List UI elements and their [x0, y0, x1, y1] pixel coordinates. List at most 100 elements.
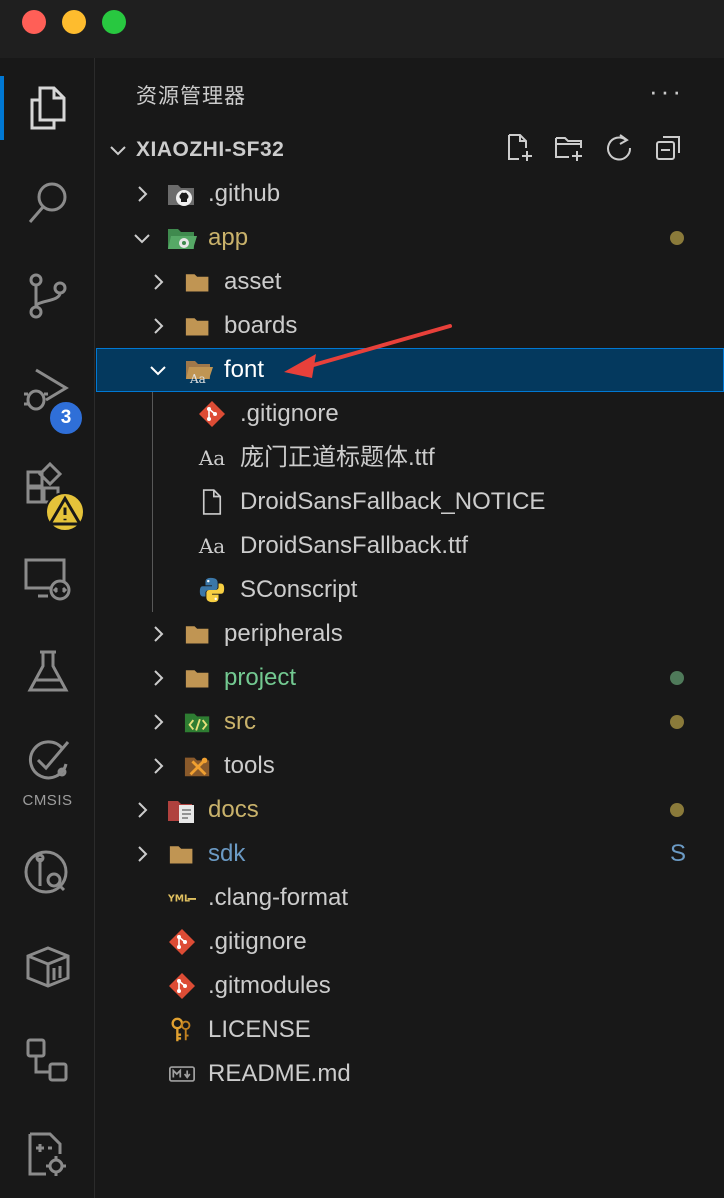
- tree-item[interactable]: app: [96, 216, 724, 260]
- tree-item-label: DroidSansFallback_NOTICE: [240, 488, 546, 515]
- tree-item[interactable]: Aa 庞门正道标题体.ttf: [96, 436, 724, 480]
- explorer-icon: [30, 86, 65, 130]
- tools-folder-icon: [182, 751, 214, 781]
- tree-item[interactable]: Aa DroidSansFallback.ttf: [96, 524, 724, 568]
- more-actions-button[interactable]: ···: [649, 76, 684, 107]
- tree-item[interactable]: project: [96, 656, 724, 700]
- tree-item[interactable]: .gitignore: [96, 920, 724, 964]
- font-file-icon: Aa: [198, 446, 226, 470]
- cmsis-icon: [28, 740, 69, 780]
- explorer-activity[interactable]: [0, 68, 95, 148]
- tree-item[interactable]: YML .clang-format: [96, 876, 724, 920]
- tree-item-label: asset: [224, 268, 282, 295]
- cmsis-activity[interactable]: [0, 720, 95, 800]
- tree-item[interactable]: boards: [96, 304, 724, 348]
- testing-activity[interactable]: [0, 632, 95, 712]
- tree-item[interactable]: SConscript: [96, 568, 724, 612]
- src-folder-icon: [182, 707, 214, 737]
- submodule-badge: S: [669, 840, 686, 867]
- tree-item-label: app: [208, 224, 249, 251]
- new-folder-icon[interactable]: [554, 132, 584, 162]
- tree-item[interactable]: .github: [96, 172, 724, 216]
- window-titlebar: [0, 0, 724, 58]
- gitlens-activity[interactable]: [0, 832, 95, 912]
- remote-explorer-icon: [24, 558, 70, 601]
- sidebar-title: 资源管理器: [136, 85, 246, 108]
- chevron-right-icon: [154, 274, 164, 290]
- tree-item-label: tools: [224, 752, 275, 779]
- file-icon: [196, 487, 228, 517]
- tree-item[interactable]: asset: [96, 260, 724, 304]
- chevron-right-icon: [154, 758, 164, 774]
- tree-item[interactable]: .gitignore: [96, 392, 724, 436]
- tree-item[interactable]: tools: [96, 744, 724, 788]
- tree-item-label: boards: [224, 312, 298, 339]
- license-key-icon: [166, 1015, 198, 1045]
- activity-bar: 3 CMSIS: [0, 58, 95, 1198]
- chevron-right-icon: [154, 714, 164, 730]
- tree-item-label: DroidSansFallback.ttf: [240, 532, 469, 559]
- git-icon: [196, 399, 228, 429]
- chevron-right-icon: [154, 626, 164, 642]
- chevron-right-icon: [138, 186, 148, 202]
- tree-item[interactable]: DroidSansFallback_NOTICE: [96, 480, 724, 524]
- package-activity[interactable]: [0, 926, 95, 1006]
- run-debug-activity[interactable]: 3: [0, 350, 95, 436]
- chevron-right-icon: [154, 670, 164, 686]
- extensions-activity[interactable]: [0, 444, 95, 532]
- tree-item[interactable]: README.md: [96, 1052, 724, 1096]
- tree-item-label: .github: [208, 180, 281, 207]
- cmsis-label: CMSIS: [22, 792, 73, 809]
- source-control-icon: [29, 273, 66, 319]
- font-folder-icon: Aa: [182, 355, 214, 385]
- tree-item-label: SConscript: [240, 576, 358, 603]
- markdown-icon: [166, 1059, 198, 1089]
- tree-item-label: font: [224, 356, 265, 383]
- yaml-icon: YML: [166, 883, 198, 913]
- package-icon: [26, 946, 69, 988]
- tree-item[interactable]: LICENSE: [96, 1008, 724, 1052]
- modified-dot-icon: [670, 231, 684, 245]
- settings-activity[interactable]: [0, 1114, 95, 1194]
- github-folder-icon: [166, 179, 198, 209]
- run-badge: 3: [48, 400, 84, 436]
- collapse-all-icon[interactable]: [654, 132, 684, 162]
- root-actions: [504, 132, 684, 162]
- graph-activity[interactable]: [0, 1020, 95, 1100]
- source-control-activity[interactable]: [0, 256, 95, 336]
- git-icon: [166, 927, 198, 957]
- folder-icon: [182, 619, 214, 649]
- root-folder-label: XIAOZHI-SF32: [136, 138, 285, 161]
- minimize-window-button[interactable]: [62, 10, 86, 34]
- folder-icon: [182, 663, 214, 693]
- untracked-dot-icon: [670, 671, 684, 685]
- tree-item-selected[interactable]: Aa font: [96, 348, 724, 392]
- tree-item-label: .gitmodules: [208, 972, 331, 999]
- tree-item[interactable]: sdk S: [96, 832, 724, 876]
- tree-item-label: .gitignore: [208, 928, 307, 955]
- maximize-window-button[interactable]: [102, 10, 126, 34]
- search-activity[interactable]: [0, 162, 95, 242]
- tree-item[interactable]: peripherals: [96, 612, 724, 656]
- tree-item[interactable]: docs: [96, 788, 724, 832]
- chevron-right-icon: [138, 846, 148, 862]
- close-window-button[interactable]: [22, 10, 46, 34]
- chevron-down-icon: [110, 146, 126, 156]
- modified-dot-icon: [670, 803, 684, 817]
- chevron-right-icon: [154, 318, 164, 334]
- settings-icon: [28, 1132, 66, 1176]
- explorer-sidebar: 资源管理器 ··· XIAOZHI-SF32 .github app asset…: [96, 58, 724, 1198]
- warning-icon: [45, 492, 85, 532]
- tree-item[interactable]: .gitmodules: [96, 964, 724, 1008]
- new-file-icon[interactable]: [504, 132, 534, 162]
- tree-item-label: project: [224, 664, 297, 691]
- refresh-icon[interactable]: [604, 132, 634, 162]
- python-icon: [196, 575, 228, 605]
- tree-item[interactable]: src: [96, 700, 724, 744]
- modified-dot-icon: [670, 715, 684, 729]
- tree-item-label: README.md: [208, 1060, 351, 1087]
- folder-icon: [166, 839, 198, 869]
- remote-explorer-activity[interactable]: [0, 538, 95, 618]
- tree-item-label: 庞门正道标题体.ttf: [240, 444, 435, 471]
- docs-folder-icon: [166, 795, 198, 825]
